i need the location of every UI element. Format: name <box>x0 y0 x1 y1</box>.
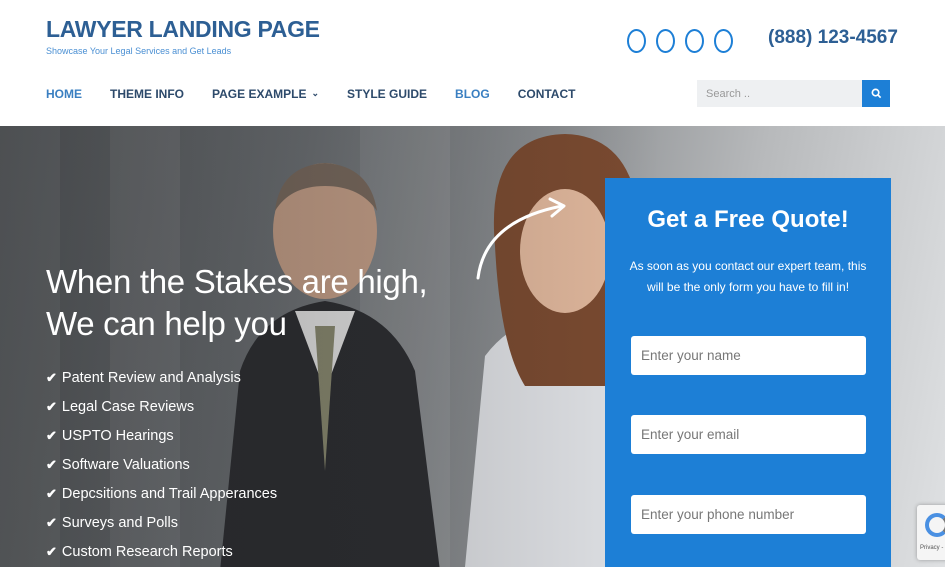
list-item: ✔ USPTO Hearings <box>46 427 277 456</box>
list-item: ✔ Patent Review and Analysis <box>46 369 277 398</box>
recaptcha-icon <box>925 513 945 537</box>
nav-item-home[interactable]: HOME <box>46 87 82 101</box>
headline-line-1: When the Stakes are high, <box>46 263 428 300</box>
hero-headline: When the Stakes are high, We can help yo… <box>46 261 428 345</box>
social-icon[interactable] <box>685 29 704 53</box>
feature-label: Custom Research Reports <box>61 544 233 560</box>
check-icon: ✔ <box>46 370 57 385</box>
headline-line-2: We can help you <box>46 305 287 342</box>
check-icon: ✔ <box>46 457 57 472</box>
list-item: ✔ Surveys and Polls <box>46 514 277 543</box>
site-header: LAWYER LANDING PAGE Showcase Your Legal … <box>0 0 945 126</box>
list-item: ✔ Legal Case Reviews <box>46 398 277 427</box>
site-title[interactable]: LAWYER LANDING PAGE <box>46 16 320 43</box>
search-button[interactable] <box>862 80 890 107</box>
nav-item-blog[interactable]: BLOG <box>455 87 490 101</box>
chevron-down-icon: ⌄ <box>311 88 320 98</box>
search-bar <box>697 80 890 107</box>
list-item: ✔ Custom Research Reports <box>46 543 277 567</box>
recaptcha-badge[interactable]: Privacy - <box>917 505 945 560</box>
feature-label: Legal Case Reviews <box>61 399 195 415</box>
quote-form-description: As soon as you contact our expert team, … <box>629 259 867 294</box>
social-icon[interactable] <box>656 29 675 53</box>
social-icon[interactable] <box>714 29 733 53</box>
main-nav: HOME THEME INFO PAGE EXAMPLE ⌄ STYLE GUID… <box>46 87 603 101</box>
hero-section: When the Stakes are high, We can help yo… <box>0 126 945 567</box>
check-icon: ✔ <box>46 544 57 559</box>
nav-item-theme-info[interactable]: THEME INFO <box>110 87 184 101</box>
feature-label: Software Valuations <box>61 457 190 473</box>
check-icon: ✔ <box>46 428 57 443</box>
feature-list: ✔ Patent Review and Analysis ✔ Legal Case … <box>46 369 277 567</box>
curved-arrow-icon <box>476 197 566 280</box>
phone-field[interactable]: Enter your phone number <box>631 495 866 534</box>
nav-item-label: PAGE EXAMPLE <box>212 87 307 101</box>
feature-label: USPTO Hearings <box>61 428 174 444</box>
name-field[interactable]: Enter your name <box>631 336 866 375</box>
recaptcha-label: Privacy - <box>920 545 944 551</box>
nav-item-style-guide[interactable]: STYLE GUIDE <box>347 87 427 101</box>
social-links <box>627 29 733 53</box>
search-icon <box>871 88 881 99</box>
check-icon: ✔ <box>46 486 57 501</box>
social-icon[interactable] <box>627 29 646 53</box>
nav-item-page-example[interactable]: PAGE EXAMPLE ⌄ <box>212 87 319 101</box>
site-tagline: Showcase Your Legal Services and Get Lea… <box>46 46 232 56</box>
nav-item-contact[interactable]: CONTACT <box>518 87 576 101</box>
feature-label: Depcsitions and Trail Apperances <box>61 486 278 502</box>
quote-form: Get a Free Quote! As soon as you contact… <box>605 178 891 567</box>
list-item: ✔ Depcsitions and Trail Apperances <box>46 485 277 514</box>
check-icon: ✔ <box>46 399 57 414</box>
feature-label: Surveys and Polls <box>61 515 178 531</box>
feature-label: Patent Review and Analysis <box>61 370 241 386</box>
search-input[interactable] <box>697 80 862 107</box>
phone-number[interactable]: (888) 123-4567 <box>768 27 898 49</box>
email-field[interactable]: Enter your email <box>631 415 866 454</box>
quote-form-title: Get a Free Quote! <box>647 206 849 233</box>
list-item: ✔ Software Valuations <box>46 456 277 485</box>
check-icon: ✔ <box>46 515 57 530</box>
